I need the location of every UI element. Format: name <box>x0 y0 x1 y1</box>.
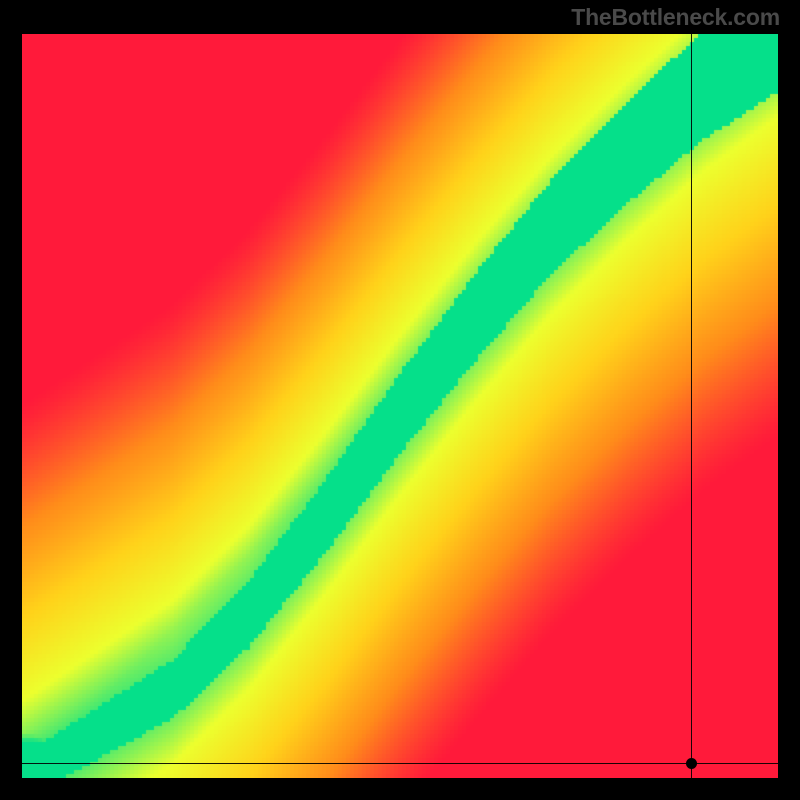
chart-container: TheBottleneck.com <box>0 0 800 800</box>
heatmap-plot <box>22 34 778 778</box>
crosshair-horizontal <box>22 763 778 764</box>
attribution-text: TheBottleneck.com <box>571 4 780 31</box>
crosshair-vertical <box>691 34 692 778</box>
heatmap-canvas <box>22 34 778 778</box>
selection-marker <box>686 758 697 769</box>
